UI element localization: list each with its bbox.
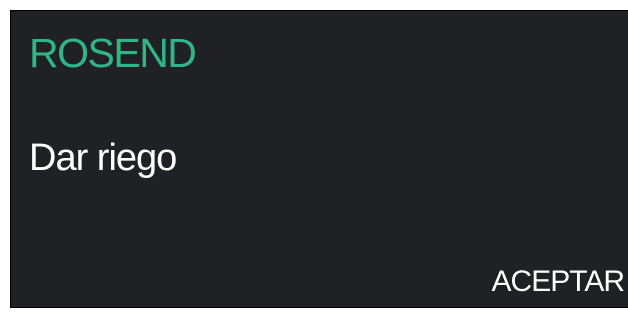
dialog-message: Dar riego (29, 137, 177, 179)
alert-dialog: ROSEND Dar riego ACEPTAR (10, 10, 628, 308)
accept-button[interactable]: ACEPTAR (490, 263, 626, 301)
dialog-title: ROSEND (29, 30, 197, 76)
